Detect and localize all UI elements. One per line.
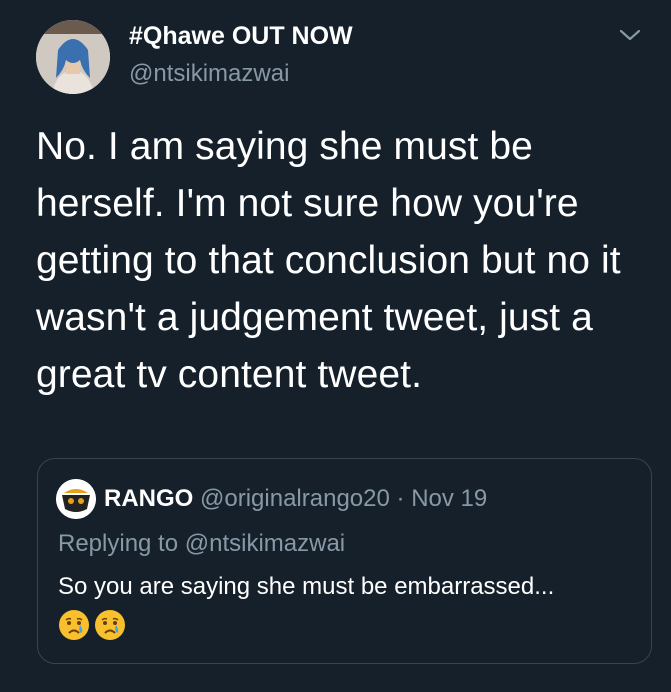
tweet-card[interactable]: #Qhawe OUT NOW @ntsikimazwai No. I am sa… <box>0 0 671 692</box>
quoted-date[interactable]: Nov 19 <box>411 485 487 512</box>
replying-to: Replying to @ntsikimazwai <box>58 530 346 557</box>
quoted-tweet[interactable]: RANGO @originalrango20 · Nov 19 Replying… <box>37 458 652 664</box>
quoted-avatar[interactable] <box>56 479 96 519</box>
user-handle[interactable]: @ntsikimazwai <box>129 60 289 88</box>
emoji-row <box>58 609 126 641</box>
crying-face-icon <box>59 610 89 640</box>
tweet-text: No. I am saying she must be herself. I'm… <box>36 125 621 396</box>
quoted-name[interactable]: RANGO <box>104 485 193 512</box>
quoted-header: RANGO @originalrango20 · Nov 19 <box>104 485 487 513</box>
quoted-avatar-logo <box>56 479 96 519</box>
quoted-handle[interactable]: @originalrango20 <box>200 485 390 512</box>
display-name[interactable]: #Qhawe OUT NOW <box>129 22 353 51</box>
chevron-down-icon[interactable] <box>619 28 641 42</box>
profile-avatar-image <box>36 20 110 94</box>
separator-dot: · <box>396 485 405 512</box>
crying-face-icon <box>95 610 125 640</box>
profile-avatar[interactable] <box>36 20 110 94</box>
quoted-text: So you are saying she must be embarrasse… <box>58 573 555 600</box>
